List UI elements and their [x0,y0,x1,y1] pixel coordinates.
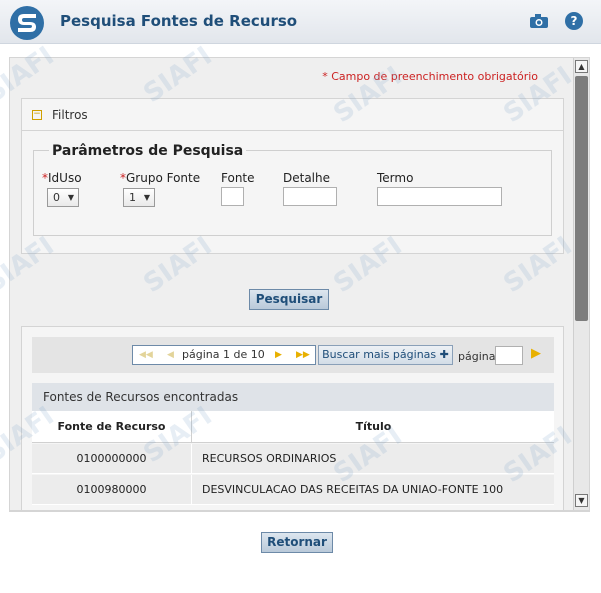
results-panel: ◀◀ ◀ página 1 de 10 ▶ ▶▶ Buscar mais pág… [21,326,564,510]
scroll-thumb[interactable] [575,76,588,321]
last-page-icon[interactable]: ▶▶ [296,346,310,364]
vertical-scrollbar[interactable]: ▲ ▼ [573,58,589,510]
footer-divider [9,511,590,512]
pager: ◀◀ ◀ página 1 de 10 ▶ ▶▶ [132,345,316,365]
fonte-label: Fonte [221,171,255,185]
fetch-more-pages-button[interactable]: Buscar mais páginas ✚ [318,345,453,365]
filters-title: Filtros [52,108,88,122]
detalhe-label: Detalhe [283,171,331,185]
collapse-icon[interactable]: − [32,110,42,120]
grupo-fonte-label: *Grupo Fonte [120,171,201,185]
go-to-page-icon[interactable]: ▶ [531,346,541,361]
title-bar: Pesquisa Fontes de Recurso ? [0,0,601,44]
filters-header[interactable]: − Filtros [22,99,563,131]
filters-panel: − Filtros Parâmetros de Pesquisa *IdUso … [21,98,564,254]
table-row[interactable]: 0100980000 DESVINCULACAO DAS RECEITAS DA… [32,475,554,505]
table-row[interactable]: 0100000000 RECURSOS ORDINARIOS [32,444,554,474]
fonte-cell: 0100980000 [32,475,192,505]
grupo-fonte-select[interactable]: 1 ▼ [123,188,155,207]
first-page-icon[interactable]: ◀◀ [139,346,153,364]
scroll-down-icon[interactable]: ▼ [575,494,588,507]
siafi-logo-icon [10,6,44,40]
termo-label: Termo [377,171,414,185]
fonte-cell: 0100000000 [32,444,192,474]
page-label: página [458,350,496,363]
page-number-input[interactable] [495,346,523,365]
iduso-select[interactable]: 0 ▼ [47,188,79,207]
previous-page-icon[interactable]: ◀ [167,346,174,364]
titulo-cell: DESVINCULACAO DAS RECEITAS DA UNIAO-FONT… [202,483,504,496]
back-button[interactable]: Retornar [261,532,333,553]
search-parameters-legend: Parâmetros de Pesquisa [49,143,247,159]
next-page-icon[interactable]: ▶ [275,346,282,364]
termo-input[interactable] [377,187,502,206]
page-title: Pesquisa Fontes de Recurso [60,12,298,30]
iduso-label: *IdUso [42,171,82,185]
scroll-up-icon[interactable]: ▲ [575,60,588,73]
required-field-note: * Campo de preenchimento obrigatório [322,70,538,83]
page-indicator: página 1 de 10 [182,348,265,361]
search-button[interactable]: Pesquisar [249,289,329,310]
detalhe-input[interactable] [283,187,337,206]
fonte-input[interactable] [221,187,244,206]
help-icon[interactable]: ? [565,12,583,30]
column-header-fonte[interactable]: Fonte de Recurso [32,411,192,443]
results-header: Fontes de Recursos encontradas [32,383,554,411]
chevron-down-icon: ▼ [143,193,150,202]
results-title: Fontes de Recursos encontradas [43,390,239,404]
column-header-titulo[interactable]: Título [193,411,554,443]
camera-icon[interactable] [529,13,549,29]
table-header: Fonte de Recurso Título [32,411,554,443]
search-parameters-fieldset: Parâmetros de Pesquisa *IdUso 0 ▼ *Grupo … [33,143,552,236]
chevron-down-icon: ▼ [67,193,74,202]
titulo-cell: RECURSOS ORDINARIOS [202,452,337,465]
pagination-bar: ◀◀ ◀ página 1 de 10 ▶ ▶▶ Buscar mais pág… [32,337,554,373]
form-window: * Campo de preenchimento obrigatório − F… [9,57,590,511]
